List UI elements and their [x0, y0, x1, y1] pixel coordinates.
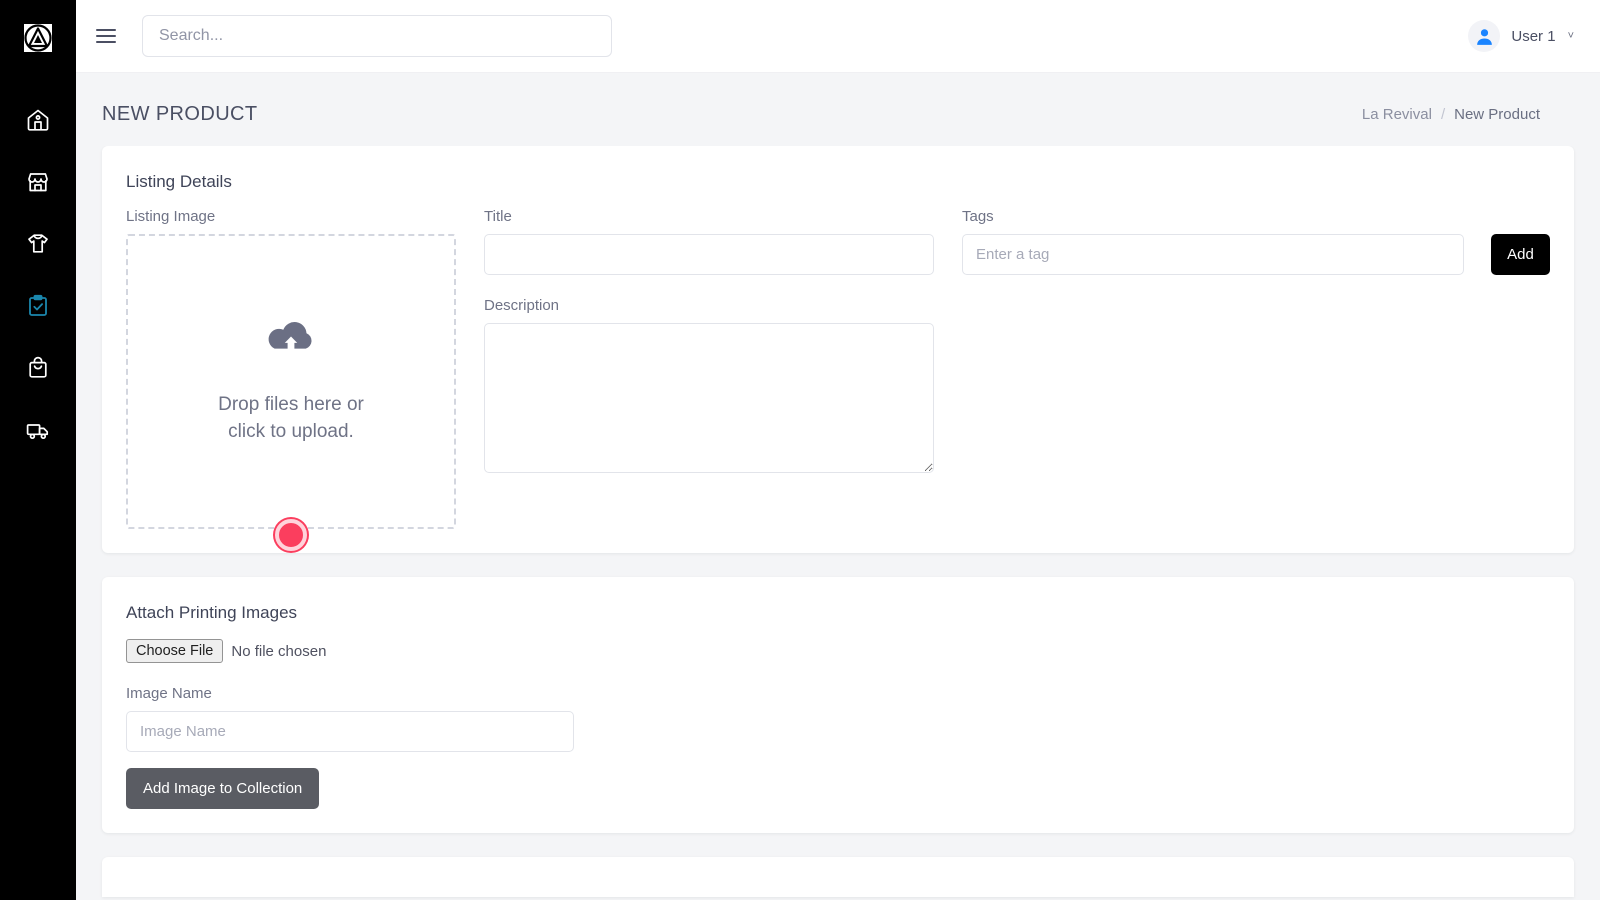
cloud-upload-glyph — [268, 322, 312, 353]
attach-printing-images-card: Attach Printing Images Choose File No fi… — [102, 577, 1574, 833]
sidebar — [0, 0, 76, 900]
sidebar-item-shipping[interactable] — [16, 408, 60, 452]
breadcrumb-parent[interactable]: La Revival — [1362, 106, 1432, 123]
file-status-text: No file chosen — [231, 642, 327, 660]
file-input-row[interactable]: Choose File No file chosen — [126, 639, 1550, 663]
cloud-upload-icon — [265, 317, 317, 362]
sidebar-item-shop[interactable] — [16, 346, 60, 390]
description-label: Description — [484, 297, 560, 314]
image-name-label: Image Name — [126, 685, 212, 702]
store-icon — [28, 173, 48, 192]
chevron-down-icon: ˅ — [1567, 30, 1574, 42]
sidebar-item-home[interactable] — [16, 98, 60, 142]
main-region: User 1 ˅ NEW PRODUCT La Revival / New Pr… — [76, 0, 1600, 900]
dropzone-text: Drop files here or click to upload. — [218, 392, 364, 446]
tags-column: Tags Add — [962, 208, 1550, 275]
hamburger-bar — [96, 35, 116, 37]
title-input[interactable] — [484, 234, 934, 275]
title-description-column: Title Description — [484, 208, 934, 478]
description-group: Description — [484, 297, 934, 478]
dropzone-text-line1: Drop files here or — [218, 394, 364, 416]
hamburger-bar — [96, 41, 116, 43]
attach-printing-images-title: Attach Printing Images — [126, 603, 298, 622]
sidebar-item-store[interactable] — [16, 160, 60, 204]
tags-label: Tags — [962, 208, 994, 225]
listing-details-grid: Listing Image Drop files here or click t… — [126, 208, 1550, 551]
tags-row: Add — [962, 234, 1550, 275]
tshirt-icon — [28, 234, 48, 253]
description-textarea[interactable] — [484, 323, 934, 473]
clipboard-check-icon — [29, 294, 47, 316]
listing-image-label: Listing Image — [126, 208, 216, 225]
hamburger-bar — [96, 29, 116, 31]
user-menu[interactable]: User 1 ˅ — [1468, 20, 1574, 52]
app-root: User 1 ˅ NEW PRODUCT La Revival / New Pr… — [0, 0, 1600, 900]
breadcrumb: La Revival / New Product — [1362, 106, 1540, 123]
sidebar-item-apparel[interactable] — [16, 222, 60, 266]
search-input[interactable] — [142, 15, 612, 57]
delivery-truck-icon — [26, 424, 49, 440]
dropzone-text-line2: click to upload. — [228, 421, 354, 442]
add-image-row: Add Image to Collection — [126, 752, 1550, 809]
choose-file-button[interactable]: Choose File — [126, 639, 224, 663]
next-card-stub — [102, 857, 1574, 897]
user-avatar-icon — [1477, 28, 1492, 45]
app-logo[interactable] — [16, 16, 60, 60]
user-name: User 1 — [1511, 27, 1556, 45]
breadcrumb-current: New Product — [1454, 106, 1540, 123]
page-title: NEW PRODUCT — [102, 103, 258, 125]
listing-details-card: Listing Details Listing Image Drop files… — [102, 146, 1574, 553]
add-tag-button[interactable]: Add — [1491, 234, 1550, 275]
listing-image-column: Listing Image Drop files here or click t… — [126, 208, 456, 551]
title-label: Title — [484, 208, 512, 225]
tag-input[interactable] — [962, 234, 1464, 275]
page-header: NEW PRODUCT La Revival / New Product — [76, 73, 1600, 146]
image-dropzone[interactable]: Drop files here or click to upload. — [126, 234, 456, 551]
breadcrumb-separator: / — [1440, 106, 1446, 123]
top-bar: User 1 ˅ — [76, 0, 1600, 73]
sidebar-item-orders[interactable] — [16, 284, 60, 328]
listing-details-title: Listing Details — [126, 172, 232, 191]
hamburger-icon[interactable] — [96, 23, 122, 49]
click-marker — [275, 519, 307, 551]
content-area: Listing Details Listing Image Drop files… — [76, 146, 1600, 900]
add-image-to-collection-button[interactable]: Add Image to Collection — [126, 768, 320, 809]
avatar — [1468, 20, 1501, 52]
image-name-input[interactable] — [126, 711, 574, 752]
shopping-bag-icon — [29, 356, 47, 378]
home-icon — [27, 109, 49, 131]
triangle-logo — [24, 24, 52, 52]
